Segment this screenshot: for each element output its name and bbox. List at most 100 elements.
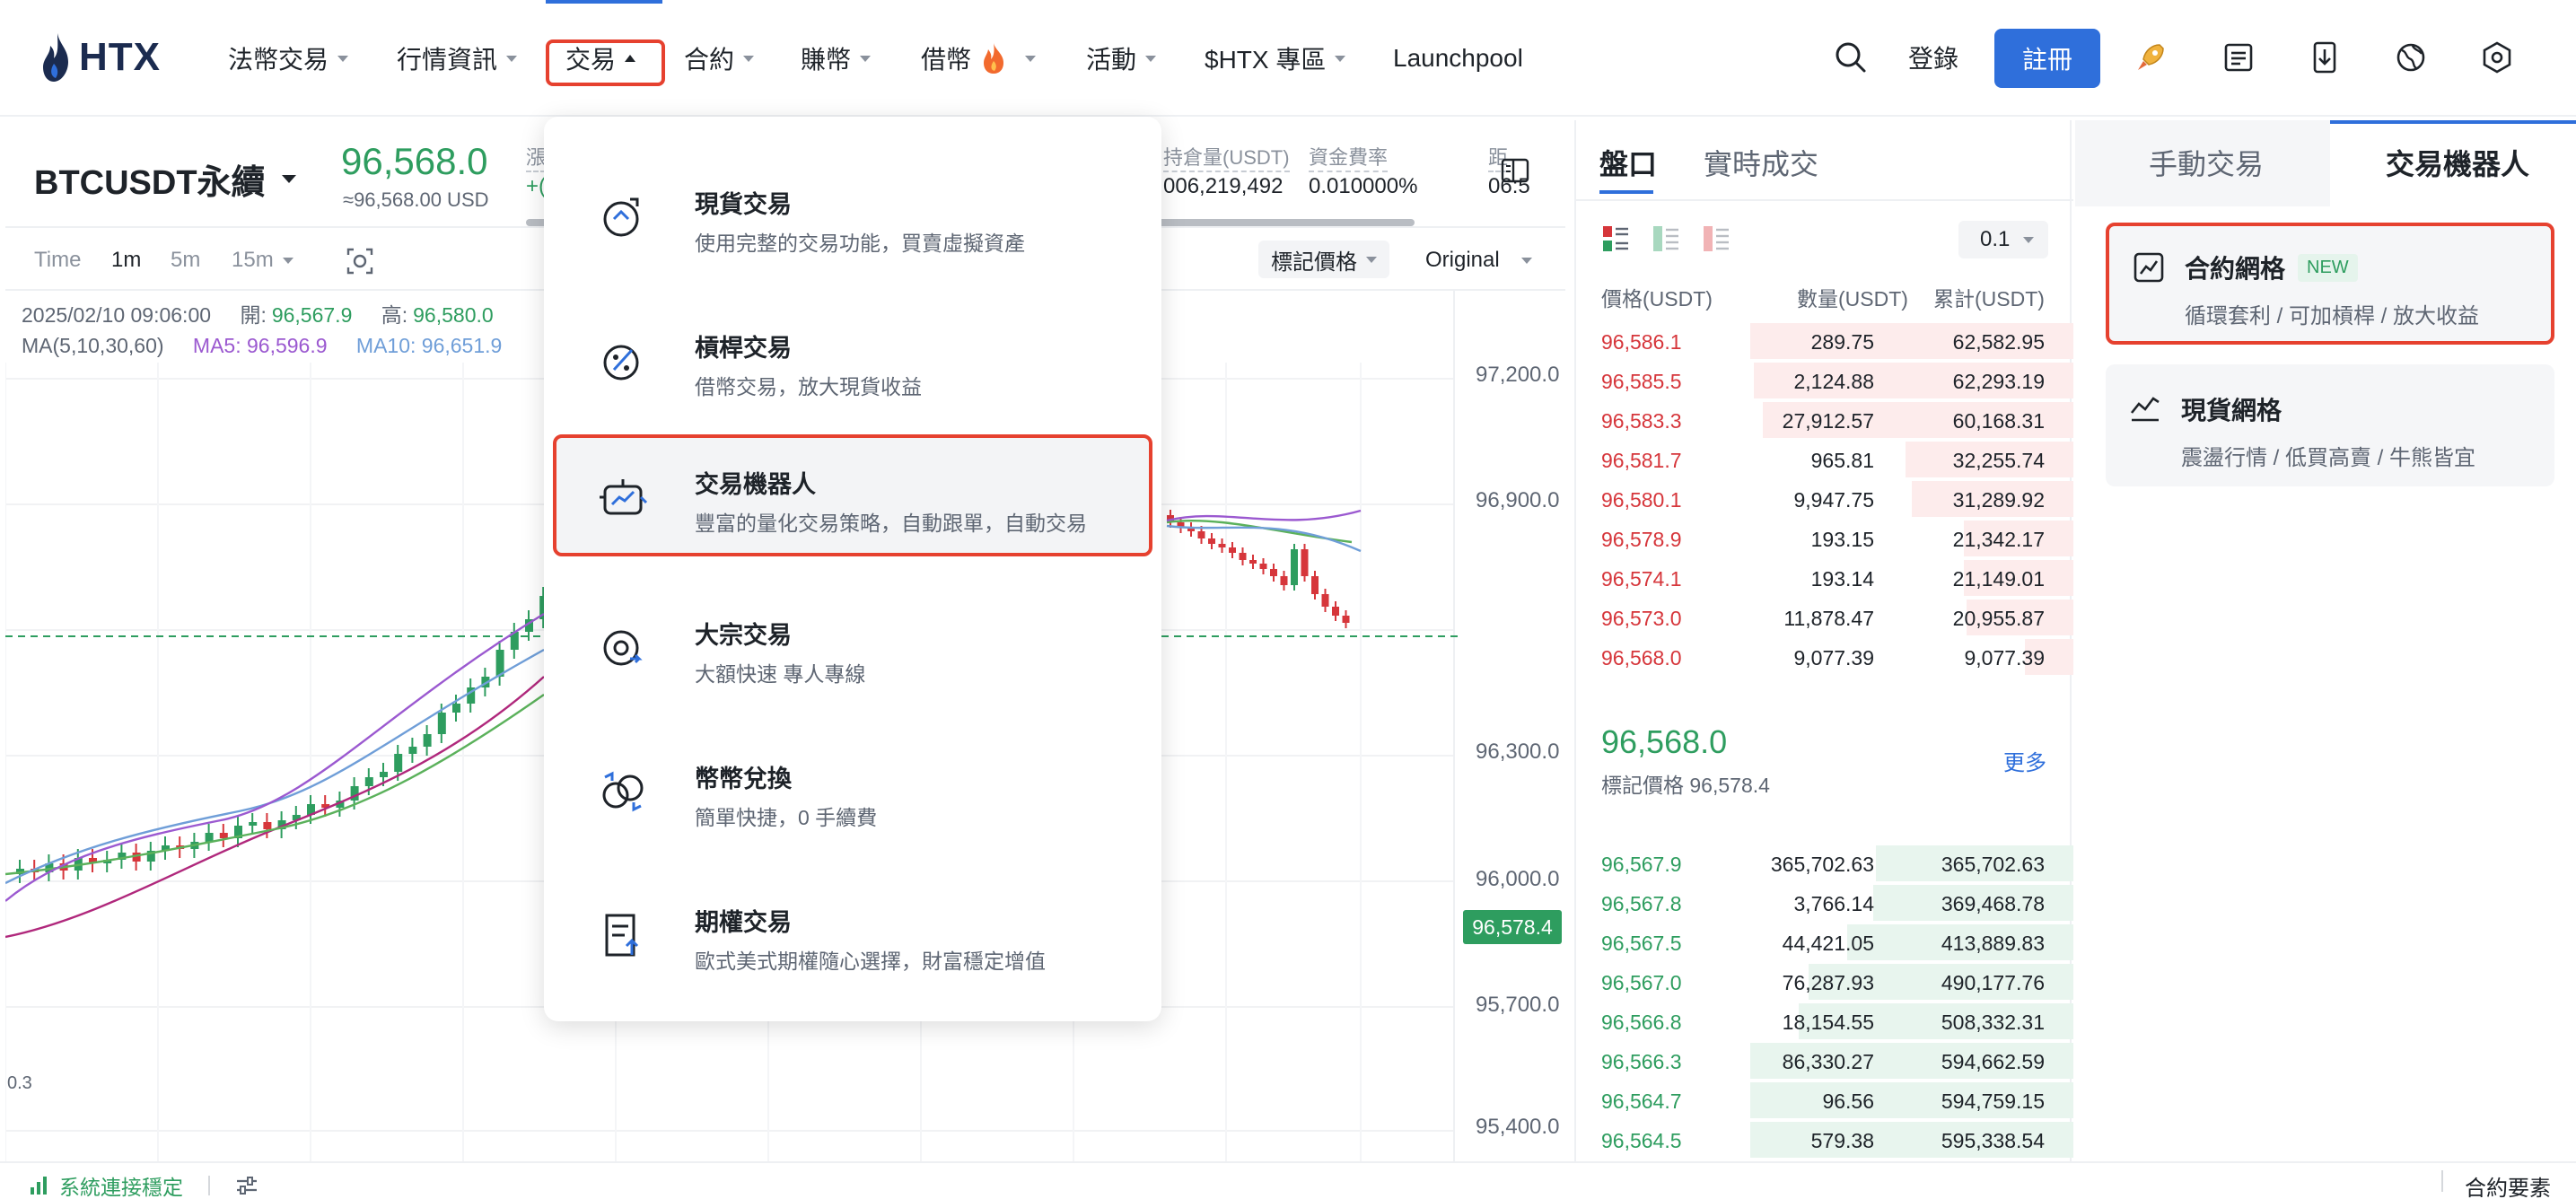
tab-manual-trading[interactable]: 手動交易 [2149,142,2264,183]
bid-row[interactable]: 96,567.9 365,702.63 365,702.63 [1576,844,2073,883]
ask-row[interactable]: 96,583.3 27,912.57 60,168.31 [1576,400,2073,440]
futures-grid-card[interactable]: 合約網格 NEW 循環套利 / 可加槓桿 / 放大收益 [2106,223,2554,345]
tab-trading-bot[interactable]: 交易機器人 [2386,142,2529,183]
row-quantity: 11,878.47 [1783,607,1874,630]
tab-order-book[interactable]: 盤口 [1599,142,1657,183]
layout-bids-icon[interactable] [1652,224,1680,253]
tab-recent-trades[interactable]: 實時成交 [1704,142,1818,183]
menu-item-options[interactable]: 期權交易 歐式美式期權隨心選擇，財富穩定增值 [553,872,1152,994]
timeframe-15m[interactable]: 15m [232,248,294,273]
menu-item-convert[interactable]: 幣幣兌換 簡單快捷，0 手續費 [553,729,1152,851]
symbol-selector[interactable]: BTCUSDT永續 [34,154,296,204]
menu-item-margin[interactable]: 槓桿交易 借幣交易，放大現貨收益 [553,298,1152,420]
timeframe-time[interactable]: Time [34,248,81,273]
options-icon [605,914,639,957]
menu-item-desc: 借幣交易，放大現貨收益 [695,375,922,398]
menu-item-desc: 使用完整的交易功能，買賣虛擬資產 [695,232,1025,255]
bid-row[interactable]: 96,566.8 18,154.55 508,332.31 [1576,1002,2073,1041]
menu-item-title: 幣幣兌換 [695,766,792,792]
row-quantity: 2,124.88 [1793,370,1874,393]
row-price: 96,567.5 [1601,932,1682,955]
nav-earn[interactable]: 賺幣 [801,36,872,81]
panel-toggle-icon[interactable] [1499,154,1531,187]
menu-item-title: 大宗交易 [695,622,792,649]
nav-fiat[interactable]: 法幣交易 [228,36,349,81]
row-total: 595,338.54 [1941,1129,2045,1152]
ask-row[interactable]: 96,580.1 9,947.75 31,289.92 [1576,479,2073,519]
screenshot-icon[interactable] [345,246,375,276]
y-tick: 95,400.0 [1476,1115,1560,1139]
ask-row[interactable]: 96,581.7 965.81 32,255.74 [1576,440,2073,479]
settings-icon[interactable] [2479,39,2515,75]
price-step-select[interactable]: 0.1 [1958,221,2048,258]
ask-row[interactable]: 96,585.5 2,124.88 62,293.19 [1576,361,2073,400]
nav-loans[interactable]: 借幣 [921,36,1037,81]
bid-row[interactable]: 96,564.7 96.56 594,759.15 [1576,1081,2073,1120]
candle [1229,547,1236,553]
change-label: 漲 [526,142,547,172]
bid-row[interactable]: 96,564.5 579.38 595,338.54 [1576,1120,2073,1160]
open-interest-label: 持倉量(USDT) [1163,142,1290,172]
row-total: 508,332.31 [1941,1011,2045,1034]
card-desc: 循環套利 / 可加槓桿 / 放大收益 [2185,304,2480,328]
ask-row[interactable]: 96,568.0 9,077.39 9,077.39 [1576,637,2073,677]
candle [1301,549,1309,576]
nav-futures[interactable]: 合約 [684,36,755,81]
nav-markets[interactable]: 行情資訊 [397,36,518,81]
mark-price: 標記價格 96,578.4 [1601,774,1770,797]
bid-row[interactable]: 96,567.8 3,766.14 369,468.78 [1576,883,2073,923]
symbol-name: BTCUSDT永續 [34,164,266,202]
candle [263,822,272,829]
menu-item-block-trade[interactable]: 大宗交易 大額快速 專人專線 [553,585,1152,707]
menu-item-title: 期權交易 [695,909,792,936]
menu-item-desc: 大額快速 專人專線 [695,662,866,686]
menu-item-spot[interactable]: 現貨交易 使用完整的交易功能，買賣虛擬資產 [553,154,1152,276]
funding-rate-value: 0.010000% [1309,174,1418,198]
row-total: 413,889.83 [1941,932,2045,955]
row-price: 96,583.3 [1601,409,1682,433]
more-link[interactable]: 更多 [2003,745,2046,776]
connection-text: 系統連接穩定 [59,1176,183,1199]
candle [380,772,388,777]
legend-ma-label: MA(5,10,30,60) [22,334,164,357]
bid-row[interactable]: 96,566.3 86,330.27 594,662.59 [1576,1041,2073,1081]
contract-info-link[interactable]: 合約要素 [2465,1170,2551,1199]
chart-left-edge-label: 0.3 [7,1073,32,1093]
bid-row[interactable]: 96,567.0 76,287.93 490,177.76 [1576,962,2073,1002]
mark-price-select[interactable]: 標記價格 [1258,241,1389,278]
spot-grid-card[interactable]: 現貨網格 震盪行情 / 低買高賣 / 牛熊皆宜 [2106,364,2554,486]
login-link[interactable]: 登錄 [1908,39,1958,75]
ask-row[interactable]: 96,574.1 193.14 21,149.01 [1576,558,2073,598]
ask-row[interactable]: 96,573.0 11,878.47 20,955.87 [1576,598,2073,637]
timeframe-1m[interactable]: 1m [111,248,141,273]
globe-icon[interactable] [2393,39,2429,75]
candle [437,713,446,734]
bid-row[interactable]: 96,567.5 44,421.05 413,889.83 [1576,923,2073,962]
layout-both-icon[interactable] [1601,224,1630,253]
chevron-down-icon [860,55,872,62]
layout-asks-icon[interactable] [1702,224,1730,253]
nav-launchpool[interactable]: Launchpool [1393,36,1523,81]
timeframe-5m[interactable]: 5m [171,248,200,273]
htx-logo[interactable]: HTX [39,31,161,84]
ask-row[interactable]: 96,586.1 289.75 62,582.95 [1576,321,2073,361]
mid-price: 96,568.0 [1601,723,1728,760]
rocket-icon[interactable] [2133,39,2169,75]
row-price: 96,567.0 [1601,971,1682,994]
tab-active-underline [1599,190,1653,194]
candle [423,734,432,747]
ask-row[interactable]: 96,578.9 193.15 21,342.17 [1576,519,2073,558]
trade-dropdown-menu: 現貨交易 使用完整的交易功能，買賣虛擬資產 槓桿交易 借幣交易，放大現貨收益 交… [544,117,1161,1021]
register-button[interactable]: 註冊 [1994,29,2100,88]
nav-events[interactable]: 活動 [1086,36,1157,81]
candle [1332,607,1339,616]
download-icon[interactable] [2307,39,2343,75]
menu-item-trading-bot[interactable]: 交易機器人 豐富的量化交易策略，自動跟單，自動交易 [553,434,1152,556]
row-quantity: 579.38 [1810,1129,1874,1152]
search-icon[interactable] [1833,39,1869,75]
orders-icon[interactable] [2221,39,2256,75]
sliders-icon[interactable] [235,1176,258,1195]
row-quantity: 18,154.55 [1782,1011,1874,1034]
view-select[interactable]: Original [1425,248,1532,273]
nav-htx-zone[interactable]: $HTX 專區 [1205,36,1346,81]
